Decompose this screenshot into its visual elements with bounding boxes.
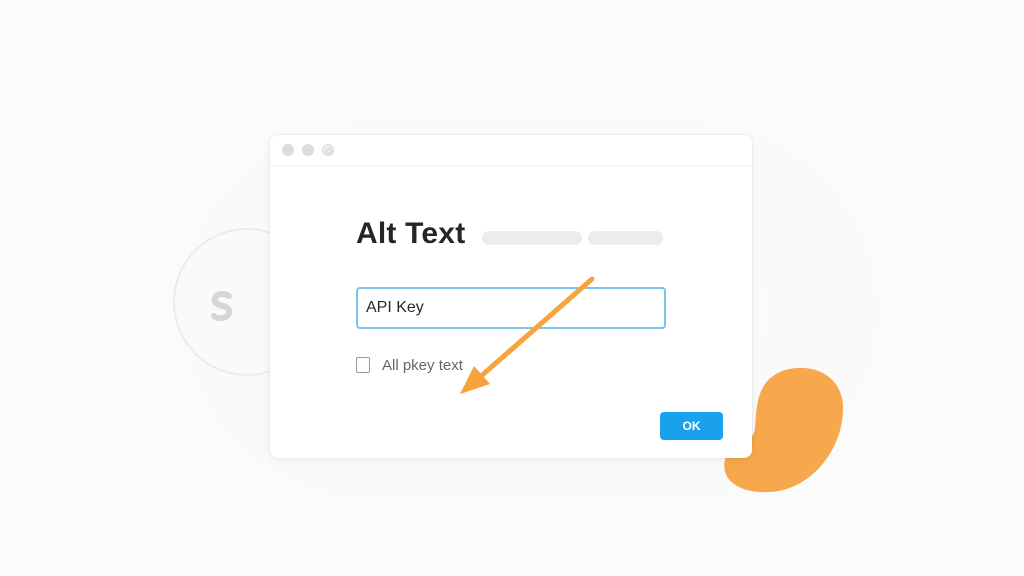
pointer-arrow-icon [460, 276, 595, 394]
window-titlebar [270, 135, 752, 166]
title-placeholder-bar [482, 231, 582, 245]
dialog-title: Alt Text [356, 217, 466, 250]
dollar-glyph-icon [211, 290, 233, 322]
window-minimize-icon[interactable] [302, 144, 314, 156]
window-zoom-icon[interactable] [322, 144, 334, 156]
title-placeholder-bar [588, 231, 663, 245]
ok-button[interactable]: OK [660, 412, 723, 440]
pkey-checkbox[interactable] [356, 357, 370, 373]
window-close-icon[interactable] [282, 144, 294, 156]
